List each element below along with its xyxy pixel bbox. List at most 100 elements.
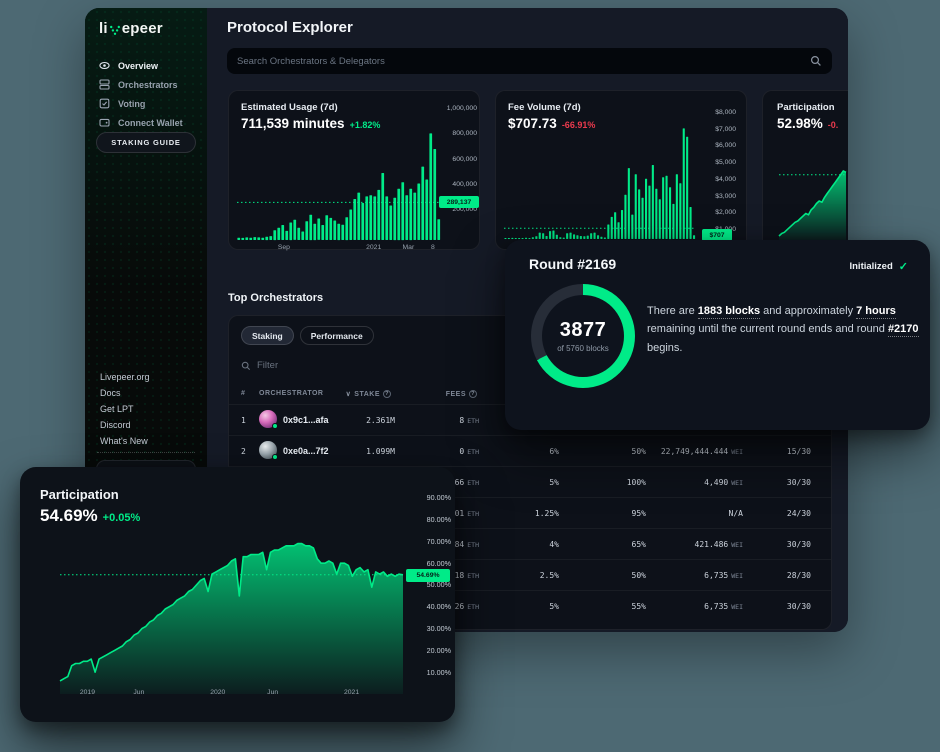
axis-tick: 70.00% <box>405 538 451 545</box>
stake-cell: 1.099M <box>359 447 395 456</box>
sidebar-item-voting[interactable]: Voting <box>85 94 207 113</box>
axis-tick: 30.00% <box>405 625 451 632</box>
sidebar-item-orchestrators[interactable]: Orchestrators <box>85 75 207 94</box>
rank-cell: 1 <box>241 416 259 425</box>
logo-dots-icon <box>109 24 121 37</box>
usage-bar-chart <box>237 110 441 240</box>
staking-guide-button[interactable]: STAKING GUIDE <box>96 132 196 153</box>
round-card: Round #2169 Initialized✓ 3877 of 5760 bl… <box>505 240 930 430</box>
logo-text-right: epeer <box>122 20 163 37</box>
filter-input[interactable] <box>257 360 457 371</box>
col-header-orchestrator[interactable]: ORCHESTRATOR <box>259 390 323 397</box>
axis-tick: 2021 <box>344 689 359 696</box>
avatar <box>259 441 277 459</box>
sidebar-item-label: Connect Wallet <box>118 118 183 128</box>
axis-tick: 10.00% <box>405 669 451 676</box>
help-icon[interactable]: ? <box>469 390 477 398</box>
axis-tick: Jun <box>133 689 144 696</box>
card-title: Participation <box>777 102 835 113</box>
link-get-lpt[interactable]: Get LPT <box>100 404 150 414</box>
price-cell: 6,735WEI <box>646 571 743 580</box>
fee-cut-cell: 55% <box>559 602 646 611</box>
sidebar-item-label: Orchestrators <box>118 80 178 90</box>
sidebar-item-overview[interactable]: Overview <box>85 56 207 75</box>
reward-cut-cell: 2.5% <box>479 571 559 580</box>
card-title: Participation <box>40 487 119 502</box>
fees-cell: 0ETH <box>395 447 479 456</box>
fee-cut-cell: 95% <box>559 509 646 518</box>
axis-tick: 400,000 <box>439 182 477 189</box>
col-header-fees[interactable]: FEES? <box>446 390 477 398</box>
section-title-top-orchestrators: Top Orchestrators <box>228 292 323 304</box>
participation-current-badge: 54.69% <box>406 569 450 582</box>
fees-cell: 8ETH <box>395 416 479 425</box>
axis-tick: 800,000 <box>439 131 477 138</box>
participation-x-axis: 2019Jun2020Jun2021 <box>60 689 403 699</box>
sort-chevron-icon: ∨ <box>346 390 352 398</box>
search-input[interactable] <box>237 56 810 67</box>
sidebar-item-connect-wallet[interactable]: Connect Wallet <box>85 113 207 132</box>
blocks-sub: of 5760 blocks <box>557 344 609 353</box>
axis-tick: 600,000 <box>439 157 477 164</box>
axis-tick: 80.00% <box>405 516 451 523</box>
unit-label: ETH <box>467 510 479 518</box>
axis-tick: Mar <box>403 244 415 251</box>
search-icon <box>241 361 251 371</box>
next-round-link[interactable]: #2170 <box>888 323 919 337</box>
link-whats-new[interactable]: What's New <box>100 436 150 446</box>
card-value: 52.98%-0. <box>777 116 838 131</box>
status-dot <box>272 454 278 460</box>
tab-performance[interactable]: Performance <box>300 326 374 345</box>
fee-y-axis: $8,000$7,000$6,000$5,000$4,000$3,000$2,0… <box>702 110 736 234</box>
tab-staking[interactable]: Staking <box>241 326 294 345</box>
price-cell: N/A <box>646 509 743 518</box>
table-row[interactable]: 20xe0a...7f21.099M0ETH6%50%22,749,444.44… <box>229 435 831 466</box>
page-title: Protocol Explorer <box>227 19 353 36</box>
link-discord[interactable]: Discord <box>100 420 150 430</box>
filter-row[interactable] <box>241 360 541 371</box>
blocks-remaining[interactable]: 1883 blocks <box>698 305 760 319</box>
col-header-num[interactable]: # <box>241 390 245 397</box>
delta-badge: +0.05% <box>103 512 141 524</box>
price-cell: 4,490WEI <box>646 478 743 487</box>
blocks-value: 3877 <box>560 319 607 342</box>
participation-mini-chart <box>779 166 846 241</box>
unit-label: ETH <box>467 541 479 549</box>
participation-card: Participation 54.69% +0.05% 90.00% 80.00% 7… <box>20 467 455 722</box>
eye-icon <box>99 60 110 71</box>
price-cell: 421.486WEI <box>646 540 743 549</box>
axis-tick: $8,000 <box>702 110 736 117</box>
hours-remaining[interactable]: 7 hours <box>856 305 896 319</box>
reward-cut-cell: 1.25% <box>479 509 559 518</box>
col-header-stake[interactable]: ∨STAKE? <box>346 390 391 398</box>
unit-label: WEI <box>731 603 743 611</box>
unit-label: ETH <box>467 603 479 611</box>
sidebar-footer-links: Livepeer.org Docs Get LPT Discord What's… <box>100 372 150 446</box>
livepeer-logo[interactable]: liepeer <box>99 20 163 37</box>
search-bar[interactable] <box>227 48 832 74</box>
axis-tick: 1,000,000 <box>439 106 477 113</box>
help-icon[interactable]: ? <box>383 390 391 398</box>
fee-cut-cell: 50% <box>559 571 646 580</box>
calls-cell: 30/30 <box>743 478 811 487</box>
donut-label: 3877 of 5760 blocks <box>531 284 635 388</box>
axis-tick: 200,000 <box>439 207 477 214</box>
unit-label: ETH <box>467 572 479 580</box>
table-tabs: Staking Performance <box>241 326 374 345</box>
card-title: Fee Volume (7d) <box>508 102 581 113</box>
axis-tick: 20.00% <box>405 647 451 654</box>
calls-cell: 24/30 <box>743 509 811 518</box>
check-icon: ✓ <box>899 260 908 273</box>
status-dot <box>272 423 278 429</box>
wallet-icon <box>99 117 110 128</box>
link-docs[interactable]: Docs <box>100 388 150 398</box>
axis-tick: 90.00% <box>405 494 451 501</box>
calls-cell: 15/30 <box>743 447 811 456</box>
unit-label: WEI <box>731 541 743 549</box>
axis-tick: 2019 <box>80 689 95 696</box>
axis-tick: Sep <box>278 244 290 251</box>
link-livepeer-org[interactable]: Livepeer.org <box>100 372 150 382</box>
axis-tick: $7,000 <box>702 127 736 134</box>
vote-icon <box>99 98 110 109</box>
price-cell: 6,735WEI <box>646 602 743 611</box>
